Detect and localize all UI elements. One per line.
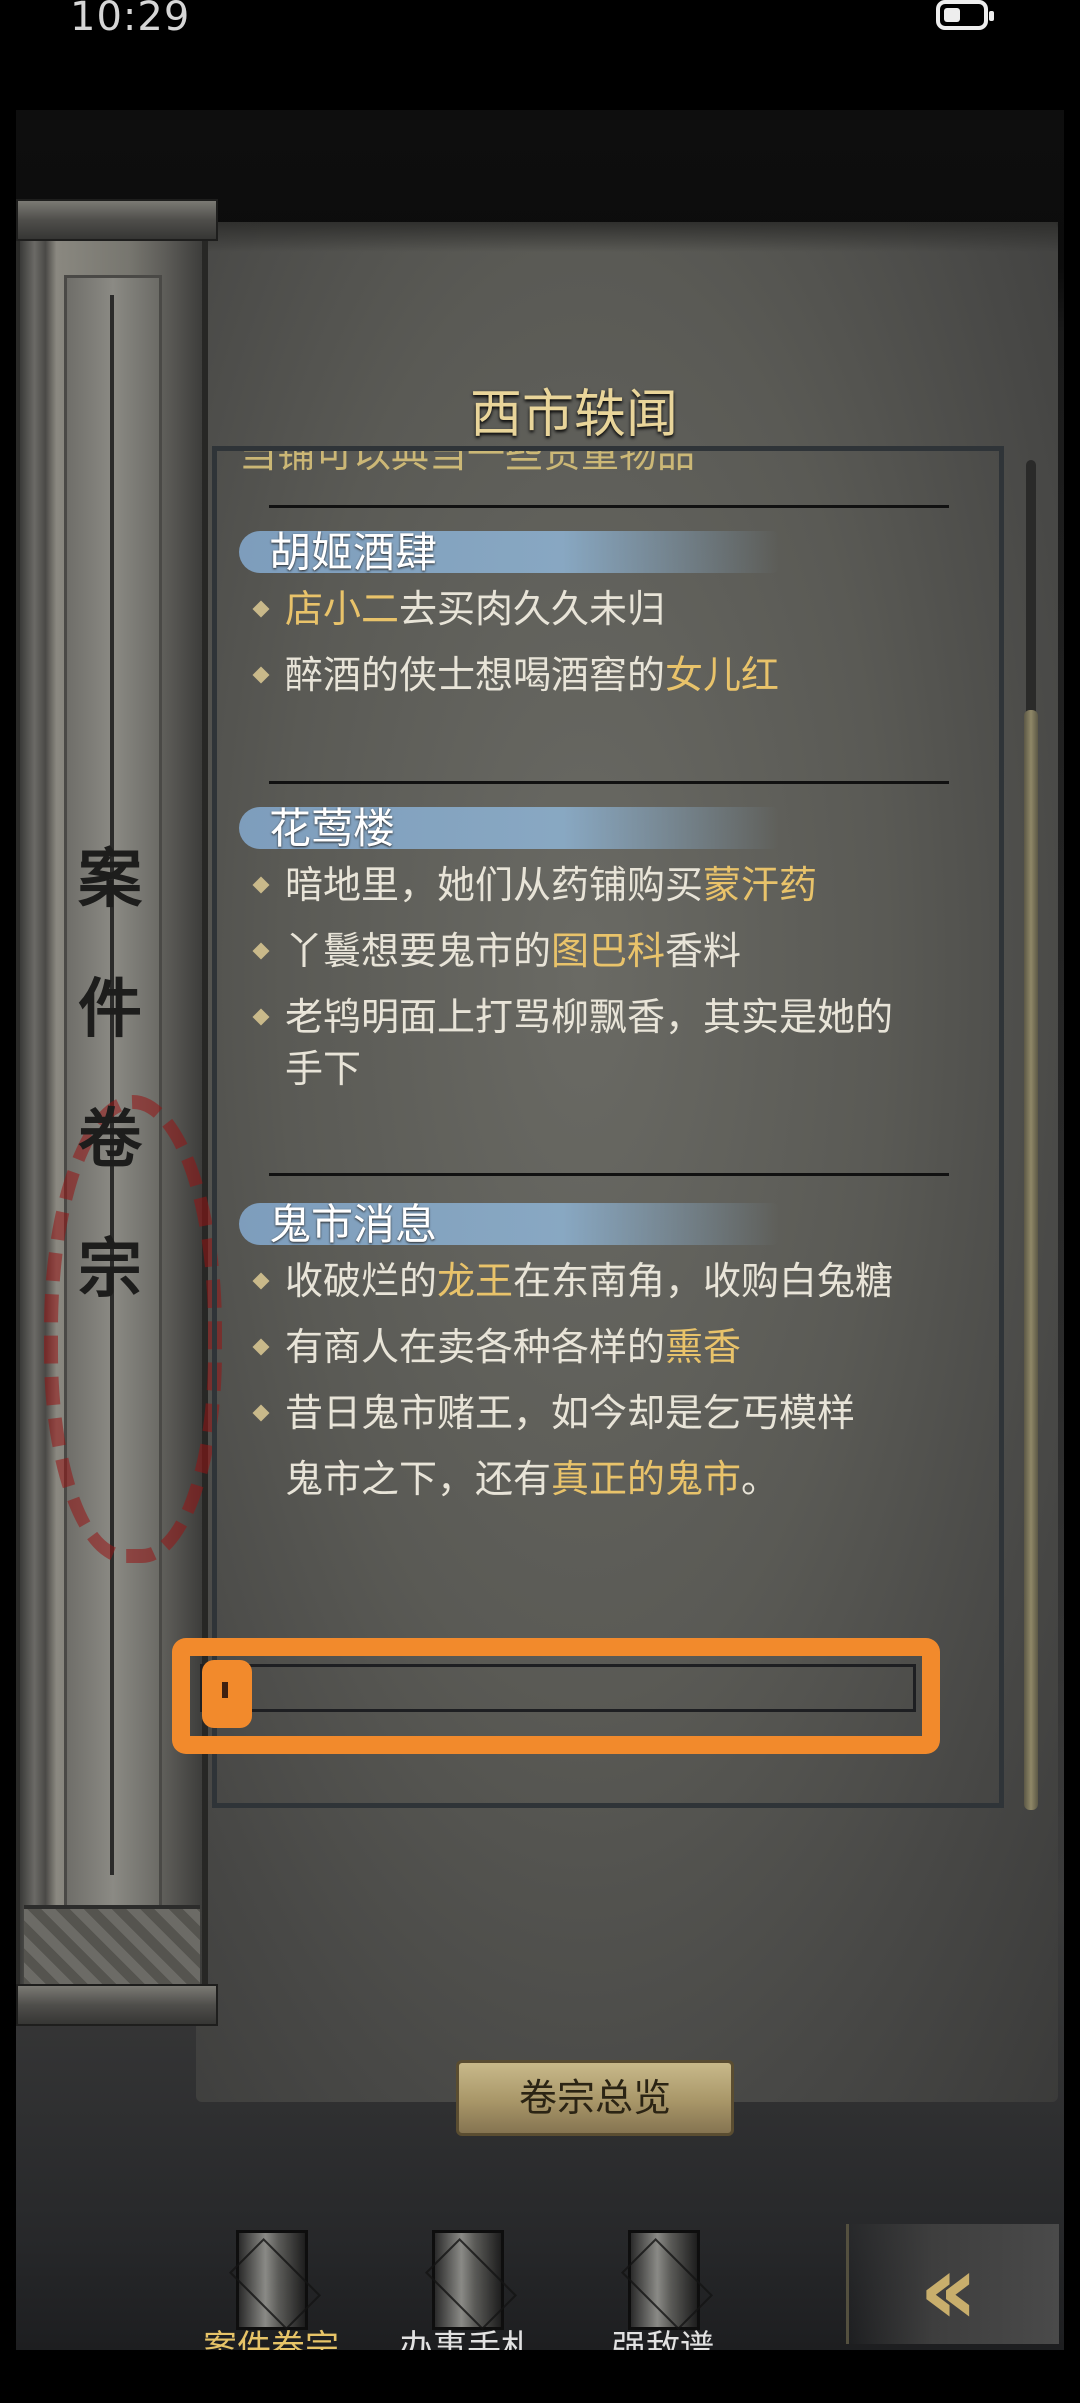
tab-notebook[interactable]: 办事手札 — [372, 2220, 552, 2350]
section-divider — [269, 781, 949, 784]
section-title: 花莺楼 — [269, 804, 396, 853]
notebook-icon — [432, 2230, 504, 2330]
section-title: 鬼市消息 — [269, 1200, 438, 1249]
bottom-tab-bar: 案件卷宗 办事手札 强敌谱 ‹‹ — [16, 2220, 1064, 2350]
diamond-bullet-icon — [252, 942, 270, 960]
page-title: 西市轶闻 — [469, 385, 678, 445]
diamond-bullet-icon — [252, 1338, 270, 1356]
case-file-icon — [236, 2230, 308, 2330]
tab-label: 强敌谱 — [612, 2328, 714, 2350]
tab-case-files[interactable]: 案件卷宗 — [176, 2220, 356, 2350]
overview-button[interactable]: 卷宗总览 — [456, 2060, 734, 2136]
section-header: 胡姬酒肆 — [225, 517, 785, 587]
section-divider — [269, 505, 949, 508]
tab-label: 办事手札 — [399, 2328, 535, 2350]
section-divider — [269, 1173, 949, 1176]
double-chevron-left-icon: ‹‹ — [919, 2234, 978, 2346]
diamond-bullet-icon — [252, 1008, 270, 1026]
status-time: 10:29 — [70, 0, 191, 40]
diamond-bullet-icon — [252, 666, 270, 684]
partial-list-item: 当铺可以典当一些贵重物品 — [239, 446, 696, 476]
tab-label: 案件卷宗 — [203, 2328, 339, 2350]
scroll-title: 案件卷宗 — [78, 842, 142, 1307]
section-title: 胡姬酒肆 — [269, 528, 438, 577]
section-header: 鬼市消息 — [225, 1189, 785, 1259]
battery-icon — [936, 0, 994, 30]
diamond-bullet-icon — [252, 1272, 270, 1290]
list-scrollbar-thumb[interactable] — [1024, 710, 1038, 1810]
app-window: 案件卷宗 西市轶闻 当铺可以典当一些贵重物品 胡姬酒肆 店小二去买肉久久未归 醉… — [16, 110, 1064, 2350]
section-header: 花莺楼 — [225, 793, 785, 863]
highlight-marker-icon — [202, 1660, 252, 1728]
status-bar: 10:29 — [0, 0, 1080, 60]
tab-enemy-book[interactable]: 强敌谱 — [568, 2220, 748, 2350]
diamond-bullet-icon — [252, 600, 270, 618]
diamond-bullet-icon — [252, 1404, 270, 1422]
collapse-button[interactable]: ‹‹ — [846, 2224, 1059, 2346]
rumor-list[interactable]: 当铺可以典当一些贵重物品 胡姬酒肆 店小二去买肉久久未归 醉酒的侠士想喝酒窖的女… — [212, 446, 1004, 1808]
diamond-bullet-icon — [252, 876, 270, 894]
highlight-annotation-box — [172, 1638, 940, 1754]
enemy-book-icon — [628, 2230, 700, 2330]
